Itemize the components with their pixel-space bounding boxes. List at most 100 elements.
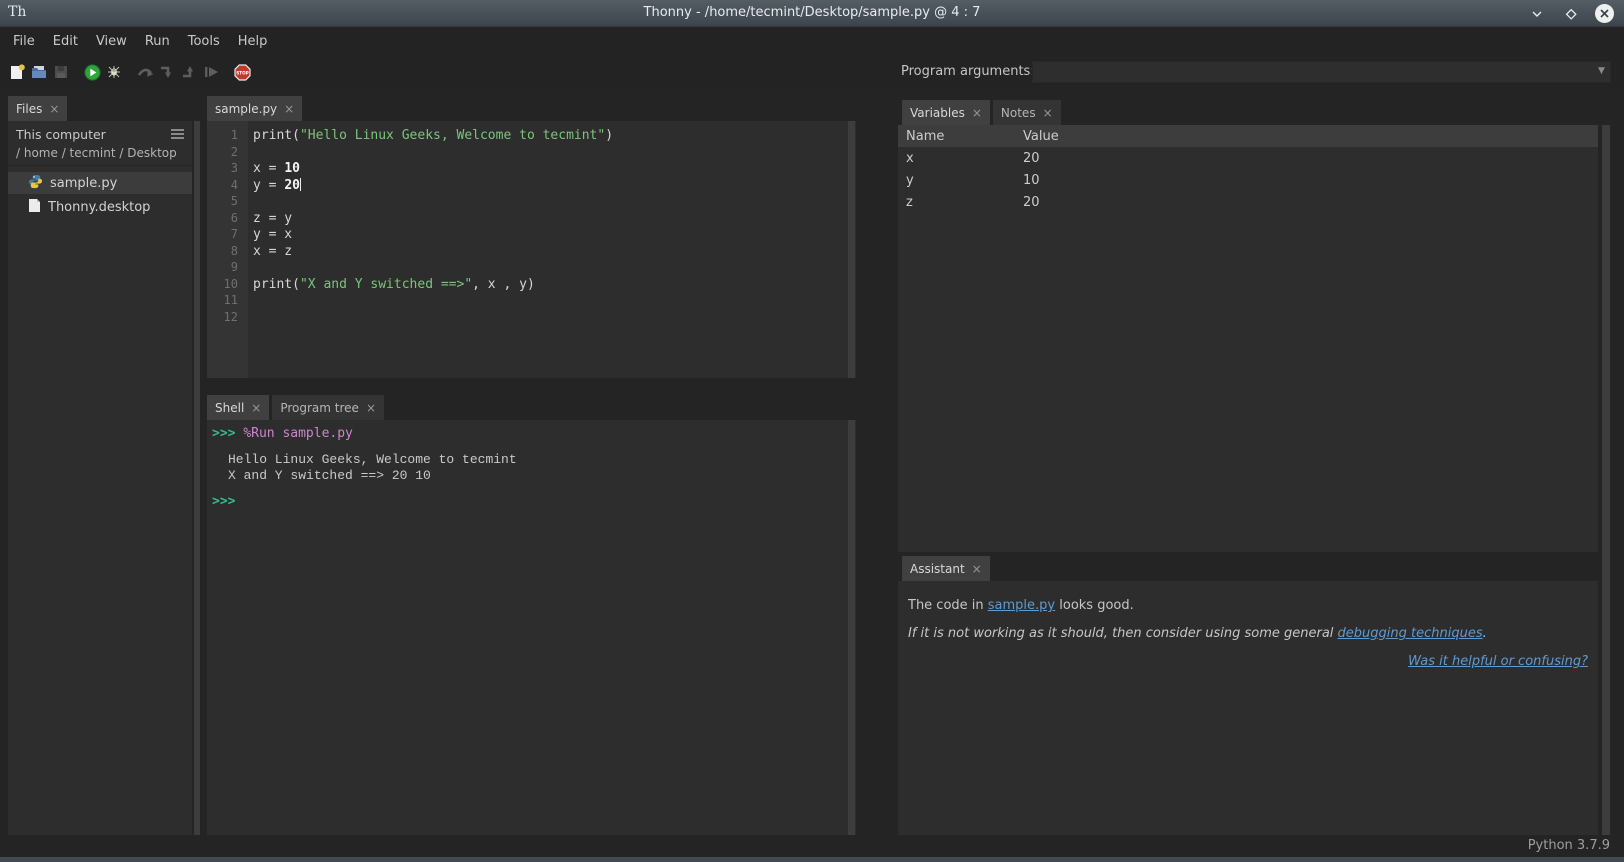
svg-text:STOP: STOP xyxy=(236,70,249,75)
close-tab-icon[interactable]: × xyxy=(284,102,294,116)
run-icon[interactable] xyxy=(84,64,100,80)
code-line[interactable]: 10print("X and Y switched ==>", x , y) xyxy=(207,277,856,294)
editor-scrollbar[interactable] xyxy=(848,121,855,378)
menu-item-file[interactable]: File xyxy=(4,30,44,53)
close-tab-icon[interactable]: × xyxy=(251,401,261,415)
code-line[interactable]: 11 xyxy=(207,293,856,310)
shell-blank-line xyxy=(207,484,856,494)
program-arguments-input[interactable] xyxy=(1032,61,1611,83)
close-tab-icon[interactable]: × xyxy=(366,401,376,415)
close-tab-icon[interactable]: × xyxy=(972,106,982,120)
tab-files[interactable]: Files × xyxy=(8,96,67,121)
file-row[interactable]: Thonny.desktop xyxy=(8,196,192,218)
code-line[interactable]: 4y = 20 xyxy=(207,178,856,195)
code-editor[interactable]: 1print("Hello Linux Geeks, Welcome to te… xyxy=(207,121,856,378)
combobox-arrow-icon[interactable]: ▼ xyxy=(1598,66,1605,76)
window-title: Thonny - /home/tecmint/Desktop/sample.py… xyxy=(0,5,1624,20)
new-file-icon[interactable] xyxy=(9,64,25,80)
line-number: 8 xyxy=(207,244,248,261)
save-file-icon xyxy=(53,64,69,80)
menu-item-view[interactable]: View xyxy=(87,30,136,53)
assistant-tip-text: If it is not working as it should, then … xyxy=(908,626,1338,641)
line-number: 9 xyxy=(207,260,248,277)
menu-item-run[interactable]: Run xyxy=(136,30,179,53)
shell-prompt: >>> xyxy=(212,426,243,441)
stop-icon[interactable]: STOP xyxy=(234,64,250,80)
shell-prompt-line[interactable]: >>> xyxy=(207,494,856,510)
debug-icon[interactable] xyxy=(106,64,122,80)
code-line[interactable]: 9 xyxy=(207,260,856,277)
code-line[interactable]: 2 xyxy=(207,145,856,162)
open-file-icon[interactable] xyxy=(31,64,47,80)
code-line[interactable]: 6z = y xyxy=(207,211,856,228)
close-tab-icon[interactable]: × xyxy=(972,562,982,576)
variable-row[interactable]: z20 xyxy=(898,191,1598,213)
close-tab-icon[interactable]: × xyxy=(1043,106,1053,120)
files-scrollbar[interactable] xyxy=(194,121,200,835)
titlebar[interactable]: Th Thonny - /home/tecmint/Desktop/sample… xyxy=(0,0,1624,27)
menu-item-tools[interactable]: Tools xyxy=(179,30,229,53)
code-line[interactable]: 1print("Hello Linux Geeks, Welcome to te… xyxy=(207,128,856,145)
toolbar: STOP Program arguments: ▼ xyxy=(0,54,1624,90)
maximize-icon[interactable] xyxy=(1561,4,1580,23)
line-number: 1 xyxy=(207,128,248,145)
variable-name: z xyxy=(898,195,1023,210)
variables-table-header: Name Value xyxy=(898,125,1598,147)
code-line[interactable]: 3x = 10 xyxy=(207,161,856,178)
line-number: 3 xyxy=(207,161,248,178)
code-line[interactable]: 7y = x xyxy=(207,227,856,244)
code-text xyxy=(248,145,253,162)
code-line[interactable]: 5 xyxy=(207,194,856,211)
tab-assistant-label: Assistant xyxy=(910,562,965,576)
shell-tab-shell[interactable]: Shell× xyxy=(207,395,269,420)
tab-sample-py[interactable]: sample.py × xyxy=(207,96,302,121)
feedback-link[interactable]: Was it helpful or confusing? xyxy=(1408,654,1588,669)
code-text: x = 10 xyxy=(248,161,300,178)
code-text xyxy=(248,293,253,310)
variable-value: 20 xyxy=(1023,151,1040,166)
code-line[interactable]: 8x = z xyxy=(207,244,856,261)
debugging-techniques-link[interactable]: debugging techniques xyxy=(1338,626,1483,641)
line-number: 2 xyxy=(207,145,248,162)
shell-prompt-line[interactable]: >>> %Run sample.py xyxy=(207,426,856,442)
code-text: y = 20 xyxy=(248,178,301,195)
menu-item-help[interactable]: Help xyxy=(229,30,277,53)
shell-scrollbar[interactable] xyxy=(848,420,855,835)
step-out-icon xyxy=(181,64,197,80)
assistant-message: The code in sample.py looks good. xyxy=(908,598,1588,613)
file-row[interactable]: sample.py xyxy=(8,172,192,194)
shell-panel[interactable]: >>> %Run sample.py Hello Linux Geeks, Wel… xyxy=(207,420,856,835)
vars-tab-variables[interactable]: Variables× xyxy=(902,100,990,125)
program-arguments-label: Program arguments: xyxy=(901,64,1035,79)
vars-tab-notes[interactable]: Notes× xyxy=(993,100,1061,125)
variable-name: y xyxy=(898,173,1023,188)
code-text xyxy=(248,194,253,211)
variable-name: x xyxy=(898,151,1023,166)
menu-item-edit[interactable]: Edit xyxy=(44,30,87,53)
sample-py-link[interactable]: sample.py xyxy=(988,598,1055,613)
shell-tab-program-tree[interactable]: Program tree× xyxy=(272,395,384,420)
right-panel-scrollbar[interactable] xyxy=(1602,125,1610,835)
variable-value: 20 xyxy=(1023,195,1040,210)
files-panel: This computer / home / tecmint / Desktop… xyxy=(8,121,192,835)
variable-row[interactable]: x20 xyxy=(898,147,1598,169)
line-number: 6 xyxy=(207,211,248,228)
files-breadcrumb[interactable]: / home / tecmint / Desktop xyxy=(16,146,184,160)
code-text xyxy=(248,260,253,277)
variables-panel: Name Value x20y10z20 xyxy=(898,125,1598,552)
code-line[interactable]: 12 xyxy=(207,310,856,327)
step-into-icon xyxy=(159,64,175,80)
minimize-icon[interactable] xyxy=(1527,4,1546,23)
line-number: 5 xyxy=(207,194,248,211)
resume-icon xyxy=(203,64,219,80)
shell-output-line: X and Y switched ==> 20 10 xyxy=(207,468,856,484)
files-menu-icon[interactable] xyxy=(171,127,184,142)
code-text: print("Hello Linux Geeks, Welcome to tec… xyxy=(248,128,613,145)
shell-output-line: Hello Linux Geeks, Welcome to tecmint xyxy=(207,452,856,468)
tab-files-label: Files xyxy=(16,102,42,116)
code-text: y = x xyxy=(248,227,292,244)
variable-row[interactable]: y10 xyxy=(898,169,1598,191)
close-icon[interactable] xyxy=(1595,4,1614,23)
close-tab-icon[interactable]: × xyxy=(49,102,59,116)
tab-assistant[interactable]: Assistant × xyxy=(902,556,990,581)
